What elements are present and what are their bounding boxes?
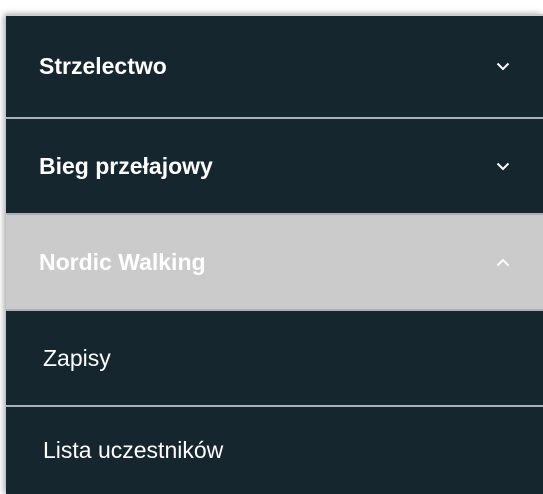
menu-item-label: Nordic Walking [39, 248, 206, 275]
submenu-item-label: Lista uczestników [43, 437, 224, 463]
menu-item-nordic-walking[interactable]: Nordic Walking [6, 215, 543, 311]
chevron-down-icon [486, 50, 520, 84]
menu-item-strzelectwo[interactable]: Strzelectwo [6, 16, 543, 119]
chevron-up-icon [486, 245, 520, 279]
menu-list: Strzelectwo Bieg przełajowy Nordic Walki… [6, 16, 543, 494]
submenu-item-lista-uczestnikow[interactable]: Lista uczestników [6, 407, 543, 494]
menu-item-bieg-przelajowy[interactable]: Bieg przełajowy [6, 119, 543, 215]
chevron-down-icon [486, 149, 520, 183]
submenu-item-zapisy[interactable]: Zapisy [6, 311, 543, 407]
menu-item-label: Bieg przełajowy [39, 152, 213, 179]
accordion-menu: Strzelectwo Bieg przełajowy Nordic Walki… [6, 14, 543, 494]
menu-item-label: Strzelectwo [39, 53, 167, 79]
submenu-item-label: Zapisy [43, 344, 111, 371]
